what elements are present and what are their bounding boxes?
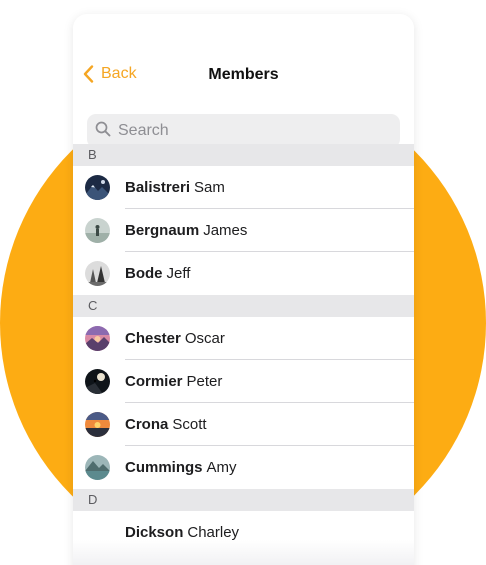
avatar bbox=[85, 520, 110, 545]
search-icon bbox=[95, 121, 111, 142]
member-last-name: Cummings bbox=[125, 459, 203, 476]
navigation-bar: Back Members bbox=[73, 14, 414, 102]
member-name: Balistreri Sam bbox=[125, 179, 225, 196]
member-last-name: Balistreri bbox=[125, 179, 191, 196]
member-first-name: Jeff bbox=[166, 265, 191, 282]
avatar bbox=[85, 326, 110, 351]
member-row[interactable]: Bergnaum James bbox=[73, 209, 414, 252]
member-first-name: James bbox=[203, 222, 248, 239]
avatar bbox=[85, 369, 110, 394]
section-header-b: B bbox=[73, 144, 414, 166]
member-row[interactable]: Crona Scott bbox=[73, 403, 414, 446]
member-name: Cummings Amy bbox=[125, 459, 237, 476]
member-first-name: Scott bbox=[172, 416, 207, 433]
member-name: Bergnaum James bbox=[125, 222, 247, 239]
member-row[interactable]: Dickson Charley bbox=[73, 511, 414, 554]
page-title: Members bbox=[208, 66, 279, 83]
member-name: Dickson Charley bbox=[125, 524, 239, 541]
member-row[interactable]: Bode Jeff bbox=[73, 252, 414, 295]
section-header-c: C bbox=[73, 295, 414, 317]
member-last-name: Bode bbox=[125, 265, 163, 282]
phone-screen: Back Members B BalistreriSam BergnaumJames… bbox=[73, 14, 414, 565]
member-last-name: Chester bbox=[125, 330, 181, 347]
member-name: Bode Jeff bbox=[125, 265, 190, 282]
avatar bbox=[85, 261, 110, 286]
avatar bbox=[85, 412, 110, 437]
member-first-name: Sam bbox=[194, 179, 225, 196]
member-name: Cormier Peter bbox=[125, 373, 222, 390]
member-row[interactable]: Balistreri Sam bbox=[73, 166, 414, 209]
search-field[interactable] bbox=[87, 114, 400, 148]
avatar bbox=[85, 175, 110, 200]
member-last-name: Bergnaum bbox=[125, 222, 200, 239]
search-input[interactable] bbox=[116, 121, 380, 141]
section-header-d: D bbox=[73, 489, 414, 511]
search-bar bbox=[87, 114, 400, 148]
member-row[interactable]: Cormier Peter bbox=[73, 360, 414, 403]
avatar bbox=[85, 218, 110, 243]
member-last-name: Cormier bbox=[125, 373, 183, 390]
avatar bbox=[85, 455, 110, 480]
member-last-name: Dickson bbox=[125, 524, 184, 541]
member-last-name: Crona bbox=[125, 416, 169, 433]
member-list: B Balistreri Sam Bergnaum James Bode Jeff C Ches… bbox=[73, 144, 414, 554]
member-row[interactable]: Cummings Amy bbox=[73, 446, 414, 489]
member-name: Crona Scott bbox=[125, 416, 207, 433]
member-row[interactable]: Chester Oscar bbox=[73, 317, 414, 360]
member-first-name: Charley bbox=[187, 524, 240, 541]
stage: Back Members B BalistreriSam BergnaumJames… bbox=[0, 0, 486, 565]
member-first-name: Peter bbox=[186, 373, 223, 390]
member-first-name: Amy bbox=[206, 459, 237, 476]
member-first-name: Oscar bbox=[184, 330, 225, 347]
member-name: Chester Oscar bbox=[125, 330, 225, 347]
